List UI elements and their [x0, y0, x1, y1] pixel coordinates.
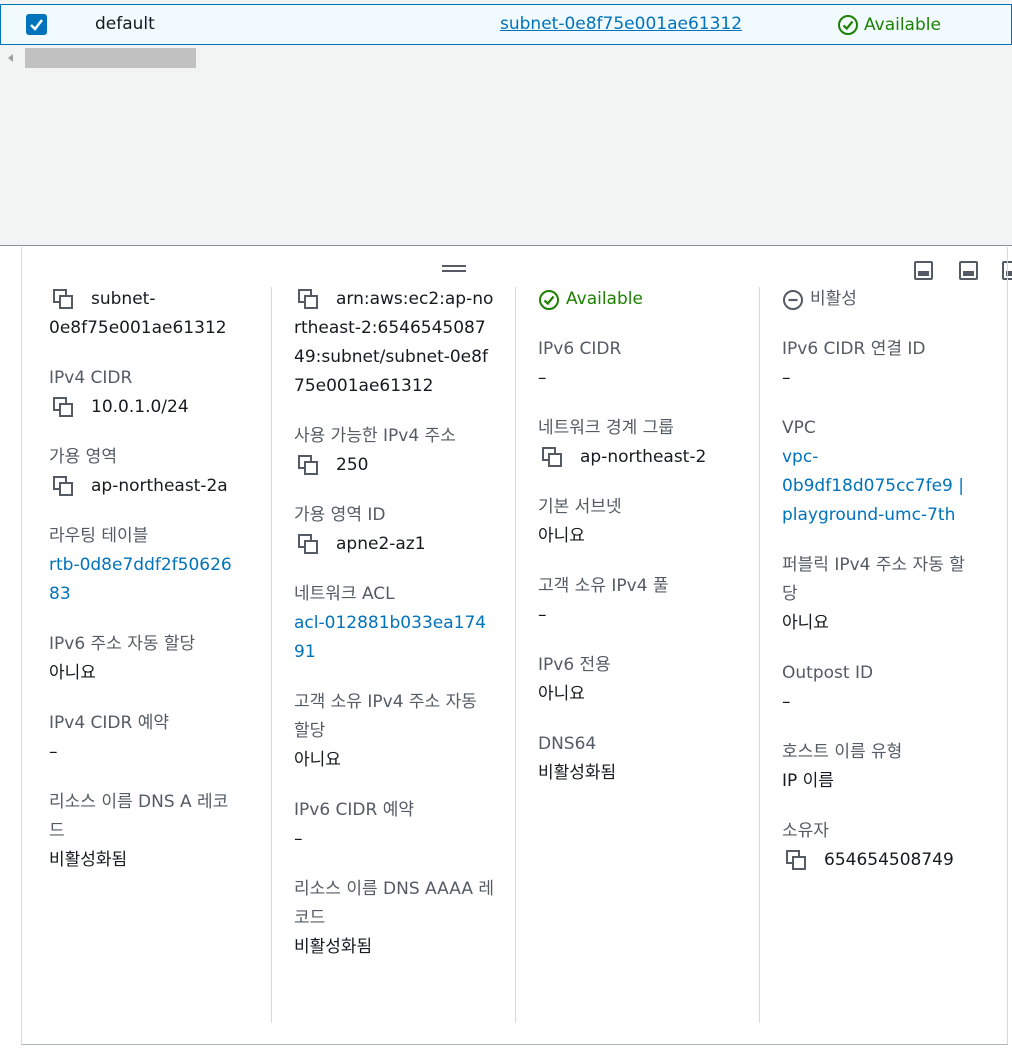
owner-label: 소유자: [782, 821, 829, 841]
status-disabled-icon: [783, 289, 803, 310]
border-group-label: 네트워크 경계 그룹: [538, 418, 674, 438]
ipv6-reserve-value: –: [294, 829, 303, 849]
default-subnet-label: 기본 서브넷: [538, 497, 622, 517]
subnet-table-area: default subnet-0e8f75e001ae61312 Availab…: [0, 0, 1012, 246]
ipv6-auto-label: IPv6 주소 자동 할당: [49, 634, 196, 654]
row-status: Available: [837, 14, 941, 36]
avail-ipv4-label: 사용 가능한 IPv4 주소: [294, 426, 456, 446]
outpost-label: Outpost ID: [782, 663, 874, 683]
ipv4-reserve-label: IPv4 CIDR 예약: [49, 713, 170, 733]
dns64-label: DNS64: [538, 734, 597, 754]
column-divider: [759, 287, 760, 1023]
ipv6-only-label: IPv6 전용: [538, 655, 611, 675]
copy-icon[interactable]: [542, 447, 564, 469]
az-id-label: 가용 영역 ID: [294, 505, 386, 525]
ipv6-assoc-label: IPv6 CIDR 연결 ID: [782, 339, 926, 359]
arn-value: arn:aws:ec2:ap-northeast-2:654654508749:…: [294, 289, 494, 396]
row-name: default: [95, 14, 155, 34]
ipv6-cidr-label: IPv6 CIDR: [538, 339, 622, 359]
public-ipv4-value: 아니요: [782, 613, 829, 633]
hostname-type-value: IP 이름: [782, 771, 834, 791]
subnet-details: subnet-0e8f75e001ae61312 IPv4 CIDR 10.0.…: [21, 247, 1008, 1045]
route-table-link[interactable]: rtb-0d8e7ddf2f5062683: [49, 551, 239, 609]
route-table-label: 라우팅 테이블: [49, 526, 149, 546]
ipv4-reserve-value: –: [49, 742, 58, 762]
owner-value: 654654508749: [782, 846, 987, 875]
ipv4-cidr-label: IPv4 CIDR: [49, 368, 133, 388]
avail-ipv4-value: 250: [294, 451, 494, 480]
dns64-value: 비활성화됨: [538, 763, 617, 783]
copy-icon[interactable]: [53, 476, 75, 498]
vpc-link[interactable]: vpc-0b9df18d075cc7fe9 | playground-umc-7…: [782, 443, 977, 530]
row-checkbox[interactable]: [26, 14, 47, 35]
az-id-value: apne2-az1: [294, 530, 494, 559]
row-status-text: Available: [864, 15, 941, 35]
ipv6-cidr-value: –: [538, 368, 547, 388]
dns-a-label: 리소스 이름 DNS A 레코드: [49, 792, 229, 841]
default-subnet-value: 아니요: [538, 526, 585, 546]
hostname-type-label: 호스트 이름 유형: [782, 742, 903, 762]
split-panel: subnet-0e8f75e001ae61312 IPv4 CIDR 10.0.…: [0, 247, 1012, 1051]
dns-a-value: 비활성화됨: [49, 850, 128, 870]
copy-icon[interactable]: [298, 534, 320, 556]
state-off-value: 비활성: [782, 285, 987, 314]
cust-ipv4-auto-value: 아니요: [294, 750, 341, 770]
ipv6-reserve-label: IPv6 CIDR 예약: [294, 800, 415, 820]
dns-aaaa-value: 비활성화됨: [294, 937, 373, 957]
az-value: ap-northeast-2a: [49, 472, 249, 501]
copy-icon[interactable]: [53, 397, 75, 419]
cust-pool-value: –: [538, 605, 547, 625]
ipv6-only-value: 아니요: [538, 684, 585, 704]
details-column-1: subnet-0e8f75e001ae61312 IPv4 CIDR 10.0.…: [49, 285, 249, 896]
copy-icon[interactable]: [298, 289, 320, 311]
ipv6-assoc-value: –: [782, 368, 791, 388]
dns-aaaa-label: 리소스 이름 DNS AAAA 레코드: [294, 879, 494, 928]
details-column-3: Available IPv6 CIDR – 네트워크 경계 그룹 ap-nort…: [538, 285, 738, 809]
details-column-4: 비활성 IPv6 CIDR 연결 ID – VPC vpc-0b9df18d07…: [782, 285, 987, 896]
column-divider: [271, 287, 272, 1023]
check-icon: [30, 19, 43, 31]
vpc-label: VPC: [782, 418, 816, 438]
row-subnet-link[interactable]: subnet-0e8f75e001ae61312: [500, 14, 742, 34]
scroll-left-arrow-icon[interactable]: [8, 54, 13, 62]
acl-link[interactable]: acl-012881b033ea17491: [294, 609, 489, 667]
horizontal-scrollbar[interactable]: [0, 48, 1012, 68]
table-row-selected[interactable]: default subnet-0e8f75e001ae61312 Availab…: [0, 4, 1012, 45]
copy-icon[interactable]: [298, 455, 320, 477]
scrollbar-thumb[interactable]: [25, 48, 196, 68]
az-label: 가용 영역: [49, 447, 117, 467]
copy-icon[interactable]: [786, 850, 808, 872]
ipv4-cidr-value: 10.0.1.0/24: [49, 393, 249, 422]
outpost-value: –: [782, 692, 791, 712]
ipv6-auto-value: 아니요: [49, 663, 96, 683]
copy-icon[interactable]: [53, 289, 75, 311]
status-available-icon: [838, 15, 858, 35]
acl-label: 네트워크 ACL: [294, 584, 395, 604]
cust-ipv4-auto-label: 고객 소유 IPv4 주소 자동 할당: [294, 692, 477, 741]
status-available-icon: [539, 289, 559, 310]
cust-pool-label: 고객 소유 IPv4 풀: [538, 576, 669, 596]
border-group-value: ap-northeast-2: [538, 443, 738, 472]
column-divider: [515, 287, 516, 1023]
details-column-2: arn:aws:ec2:ap-northeast-2:654654508749:…: [294, 285, 494, 983]
public-ipv4-label: 퍼블릭 IPv4 주소 자동 할당: [782, 555, 965, 604]
state-value: Available: [538, 285, 738, 314]
subnet-id-value: subnet-0e8f75e001ae61312: [49, 289, 227, 338]
